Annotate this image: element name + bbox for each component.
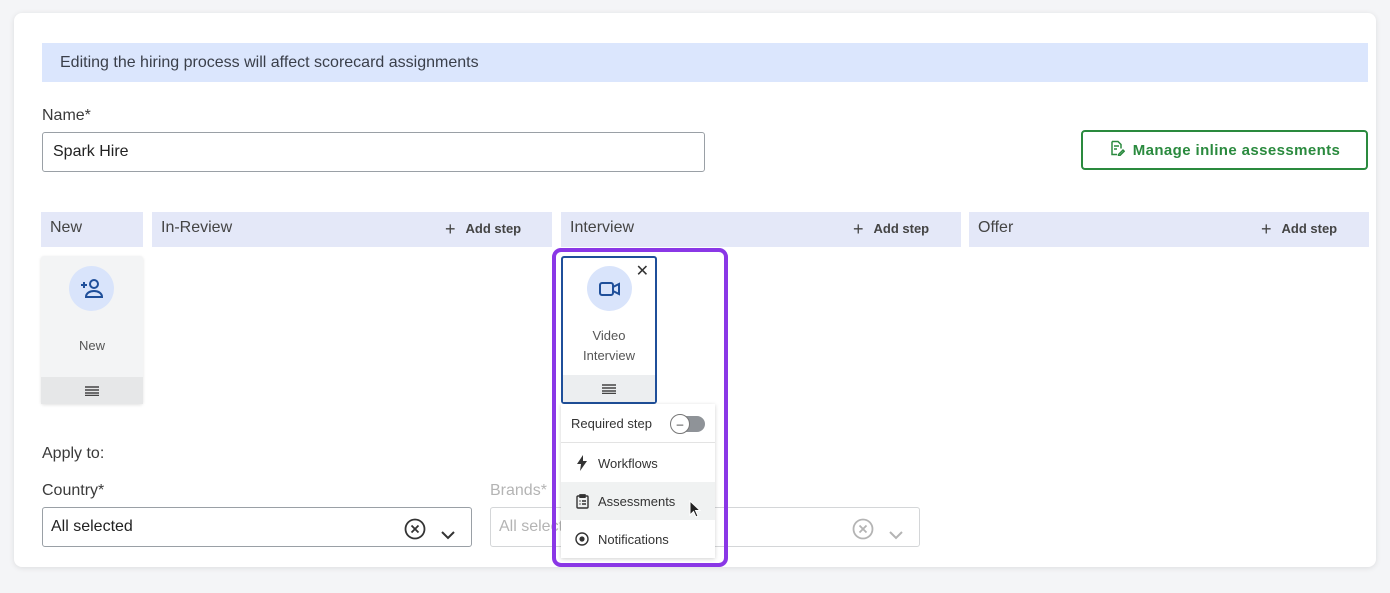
drag-handle-icon[interactable]: [41, 377, 143, 404]
country-value: All selected: [51, 518, 133, 535]
column-title: In-Review: [161, 219, 233, 236]
info-banner: Editing the hiring process will affect s…: [42, 43, 1368, 82]
column-new: New: [41, 212, 143, 247]
add-step-label: Add step: [465, 221, 522, 236]
name-label: Name*: [42, 107, 91, 124]
add-step-button-offer[interactable]: + Add step: [1261, 218, 1338, 239]
column-offer: Offer + Add step: [969, 212, 1369, 247]
chevron-down-icon[interactable]: [440, 517, 456, 555]
mouse-pointer-icon: [689, 499, 702, 523]
column-title: New: [50, 219, 83, 236]
column-title: Offer: [978, 219, 1014, 236]
plus-icon: +: [445, 218, 456, 239]
add-step-label: Add step: [1281, 221, 1338, 236]
manage-inline-assessments-button[interactable]: Manage inline assessments: [1081, 130, 1368, 170]
clear-icon[interactable]: [404, 517, 426, 555]
add-step-label: Add step: [873, 221, 930, 236]
plus-icon: +: [1261, 218, 1272, 239]
column-title: Interview: [570, 219, 635, 236]
step-card-new[interactable]: New: [41, 256, 143, 404]
step-name: New: [78, 338, 105, 353]
clear-icon[interactable]: [852, 517, 874, 555]
apply-to-label: Apply to:: [42, 445, 105, 462]
country-label: Country*: [42, 482, 105, 499]
add-step-button-in-review[interactable]: + Add step: [445, 218, 522, 239]
chevron-down-icon[interactable]: [888, 517, 904, 555]
manage-inline-assessments-label: Manage inline assessments: [1132, 141, 1341, 159]
edit-document-icon: [1109, 140, 1125, 160]
column-interview: Interview + Add step: [561, 212, 961, 247]
country-select[interactable]: All selected: [42, 507, 472, 547]
column-in-review: In-Review + Add step: [152, 212, 552, 247]
add-step-button-interview[interactable]: + Add step: [853, 218, 930, 239]
name-input[interactable]: Spark Hire: [42, 132, 705, 172]
add-user-icon: [69, 266, 114, 311]
plus-icon: +: [853, 218, 864, 239]
brands-label: Brands*: [490, 482, 547, 499]
focus-highlight-outline: [552, 248, 728, 567]
